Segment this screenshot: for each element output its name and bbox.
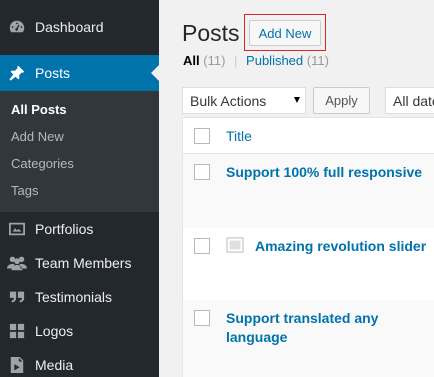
- posts-table: Title Support 100% full responsive Amazi…: [182, 117, 434, 377]
- post-title-link[interactable]: Amazing revolution slider: [255, 237, 434, 256]
- posts-submenu: All Posts Add New Categories Tags: [0, 91, 159, 212]
- column-header-title[interactable]: Title: [226, 128, 252, 144]
- table-row: Support translated any language: [183, 300, 434, 377]
- select-all-checkbox[interactable]: [194, 128, 210, 144]
- view-published-count: (11): [306, 53, 329, 68]
- active-menu-pointer: [151, 65, 159, 81]
- table-header-row: Title: [183, 118, 434, 154]
- pin-icon: [7, 63, 27, 83]
- view-all-label[interactable]: All: [183, 53, 200, 68]
- menu-item-dashboard[interactable]: Dashboard: [0, 10, 159, 44]
- menu-label-posts: Posts: [35, 65, 71, 81]
- menu-item-portfolios[interactable]: Portfolios: [0, 212, 159, 246]
- menu-label-portfolios: Portfolios: [35, 221, 94, 237]
- dashboard-icon: [7, 17, 27, 37]
- menu-item-logos[interactable]: Logos: [0, 314, 159, 348]
- menu-item-media[interactable]: Media: [0, 348, 159, 377]
- menu-label-dashboard: Dashboard: [35, 19, 104, 35]
- people-icon: [7, 253, 27, 273]
- menu-label-team-members: Team Members: [35, 255, 132, 271]
- post-title-link[interactable]: Support 100% full responsive: [226, 163, 426, 182]
- grid-icon: [7, 321, 27, 341]
- menu-label-logos: Logos: [35, 323, 74, 339]
- views-separator: |: [234, 53, 238, 68]
- dates-filter-value: All dates: [393, 92, 434, 109]
- image-placeholder-icon: [226, 237, 246, 255]
- submenu-categories[interactable]: Categories: [11, 156, 74, 171]
- media-icon: [7, 355, 27, 375]
- apply-button[interactable]: Apply: [313, 87, 370, 114]
- add-new-button[interactable]: Add New: [249, 20, 321, 46]
- page-title: Posts: [182, 20, 240, 46]
- view-all-count: (11): [203, 53, 226, 68]
- dates-filter-select[interactable]: All dates: [385, 87, 434, 114]
- submenu-add-new[interactable]: Add New: [11, 129, 64, 144]
- table-row: Amazing revolution slider: [183, 228, 434, 300]
- table-row: Support 100% full responsive: [183, 154, 434, 228]
- menu-label-testimonials: Testimonials: [35, 289, 113, 305]
- menu-item-testimonials[interactable]: Testimonials: [0, 280, 159, 314]
- row-checkbox[interactable]: [194, 164, 210, 180]
- admin-sidebar: Dashboard Posts All Posts Add New Catego…: [0, 0, 159, 377]
- menu-label-media: Media: [35, 357, 74, 373]
- menu-item-posts[interactable]: Posts: [0, 55, 159, 91]
- submenu-all-posts[interactable]: All Posts: [11, 102, 67, 117]
- post-status-views: All (11) | Published (11): [183, 53, 329, 68]
- row-checkbox[interactable]: [194, 238, 210, 254]
- menu-item-team-members[interactable]: Team Members: [0, 246, 159, 280]
- post-title-link[interactable]: Support translated any language: [226, 309, 401, 347]
- view-published-link[interactable]: Published: [246, 53, 303, 68]
- bulk-actions-value: Bulk Actions: [190, 92, 267, 109]
- chevron-down-icon: [294, 97, 300, 103]
- submenu-tags[interactable]: Tags: [11, 183, 38, 198]
- row-checkbox[interactable]: [194, 310, 210, 326]
- bulk-actions-select[interactable]: Bulk Actions: [182, 87, 306, 114]
- image-icon: [7, 219, 27, 239]
- quote-icon: [7, 287, 27, 307]
